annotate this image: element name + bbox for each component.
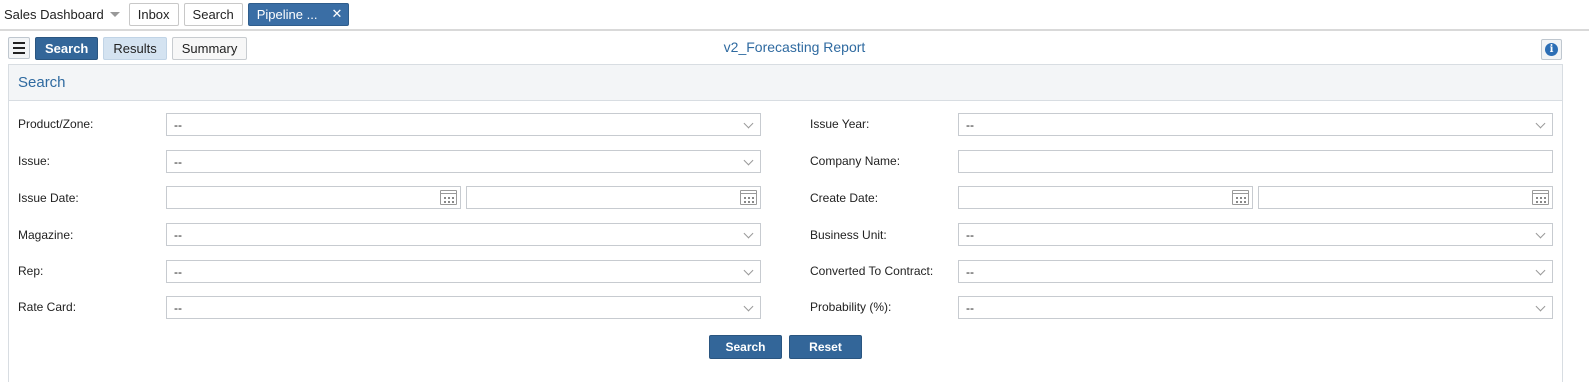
chevron-down-icon — [743, 301, 754, 312]
company-name-label: Company Name: — [810, 154, 901, 168]
info-button[interactable]: i — [1541, 39, 1562, 60]
search-submit-label: Search — [725, 340, 766, 354]
chevron-down-icon — [743, 265, 754, 276]
company-name-input[interactable] — [958, 150, 1553, 173]
dashboard-dropdown-label: Sales Dashboard — [4, 6, 104, 22]
rate-card-label: Rate Card: — [18, 300, 77, 314]
issue-select[interactable]: -- — [166, 150, 761, 173]
converted-to-contract-select[interactable]: -- — [958, 260, 1553, 283]
create-date-from-input[interactable] — [958, 186, 1253, 209]
issue-date-to-input[interactable] — [466, 186, 761, 209]
business-unit-value: -- — [966, 227, 974, 242]
rep-value: -- — [174, 264, 182, 279]
chevron-down-icon — [1535, 301, 1546, 312]
search-panel-header: Search — [9, 65, 1562, 101]
calendar-icon[interactable] — [740, 190, 757, 205]
probability-label: Probability (%): — [810, 300, 892, 314]
product-zone-label: Product/Zone: — [18, 117, 94, 131]
search-submit-button[interactable]: Search — [709, 335, 782, 359]
business-unit-select[interactable]: -- — [958, 223, 1553, 246]
rep-label: Rep: — [18, 264, 44, 278]
product-zone-select[interactable]: -- — [166, 113, 761, 136]
chevron-down-icon — [1535, 265, 1546, 276]
issue-year-select[interactable]: -- — [958, 113, 1553, 136]
chevron-down-icon — [1535, 228, 1546, 239]
chevron-down-icon — [1535, 118, 1546, 129]
rate-card-value: -- — [174, 300, 182, 315]
magazine-label: Magazine: — [18, 228, 74, 242]
converted-to-contract-label: Converted To Contract: — [810, 264, 934, 278]
probability-value: -- — [966, 300, 974, 315]
tab-strip-divider — [0, 29, 1589, 31]
calendar-icon[interactable] — [1532, 190, 1549, 205]
chevron-down-icon — [743, 228, 754, 239]
tab-pipeline-label: Pipeline ... — [256, 6, 318, 22]
tab-search[interactable]: Search — [183, 2, 243, 26]
issue-label: Issue: — [18, 154, 51, 168]
tab-pipeline[interactable]: Pipeline ... ✕ — [247, 2, 350, 26]
issue-date-from-input[interactable] — [166, 186, 461, 209]
rate-card-select[interactable]: -- — [166, 296, 761, 319]
rep-select[interactable]: -- — [166, 260, 761, 283]
issue-date-label: Issue Date: — [18, 191, 79, 205]
dashboard-dropdown[interactable]: Sales Dashboard — [0, 3, 124, 26]
calendar-icon[interactable] — [440, 190, 457, 205]
chevron-down-icon — [743, 155, 754, 166]
issue-year-label: Issue Year: — [810, 117, 870, 131]
create-date-to-input[interactable] — [1258, 186, 1553, 209]
magazine-value: -- — [174, 227, 182, 242]
close-icon[interactable]: ✕ — [331, 6, 342, 22]
tab-strip: Sales Dashboard Inbox Search Pipeline ..… — [0, 2, 350, 26]
business-unit-label: Business Unit: — [810, 228, 887, 242]
reset-label: Reset — [809, 340, 842, 354]
chevron-down-icon — [743, 118, 754, 129]
issue-value: -- — [174, 154, 182, 169]
converted-to-contract-value: -- — [966, 264, 974, 279]
probability-select[interactable]: -- — [958, 296, 1553, 319]
report-title: v2_Forecasting Report — [723, 39, 866, 55]
calendar-icon[interactable] — [1232, 190, 1249, 205]
tab-search-label: Search — [192, 6, 234, 22]
tab-inbox[interactable]: Inbox — [128, 2, 179, 26]
product-zone-value: -- — [174, 117, 182, 132]
issue-year-value: -- — [966, 117, 974, 132]
search-panel-title: Search — [18, 74, 66, 91]
magazine-select[interactable]: -- — [166, 223, 761, 246]
tab-inbox-label: Inbox — [137, 6, 170, 22]
info-icon: i — [1545, 43, 1558, 56]
caret-down-icon — [109, 11, 120, 17]
reset-button[interactable]: Reset — [789, 335, 862, 359]
create-date-label: Create Date: — [810, 191, 879, 205]
